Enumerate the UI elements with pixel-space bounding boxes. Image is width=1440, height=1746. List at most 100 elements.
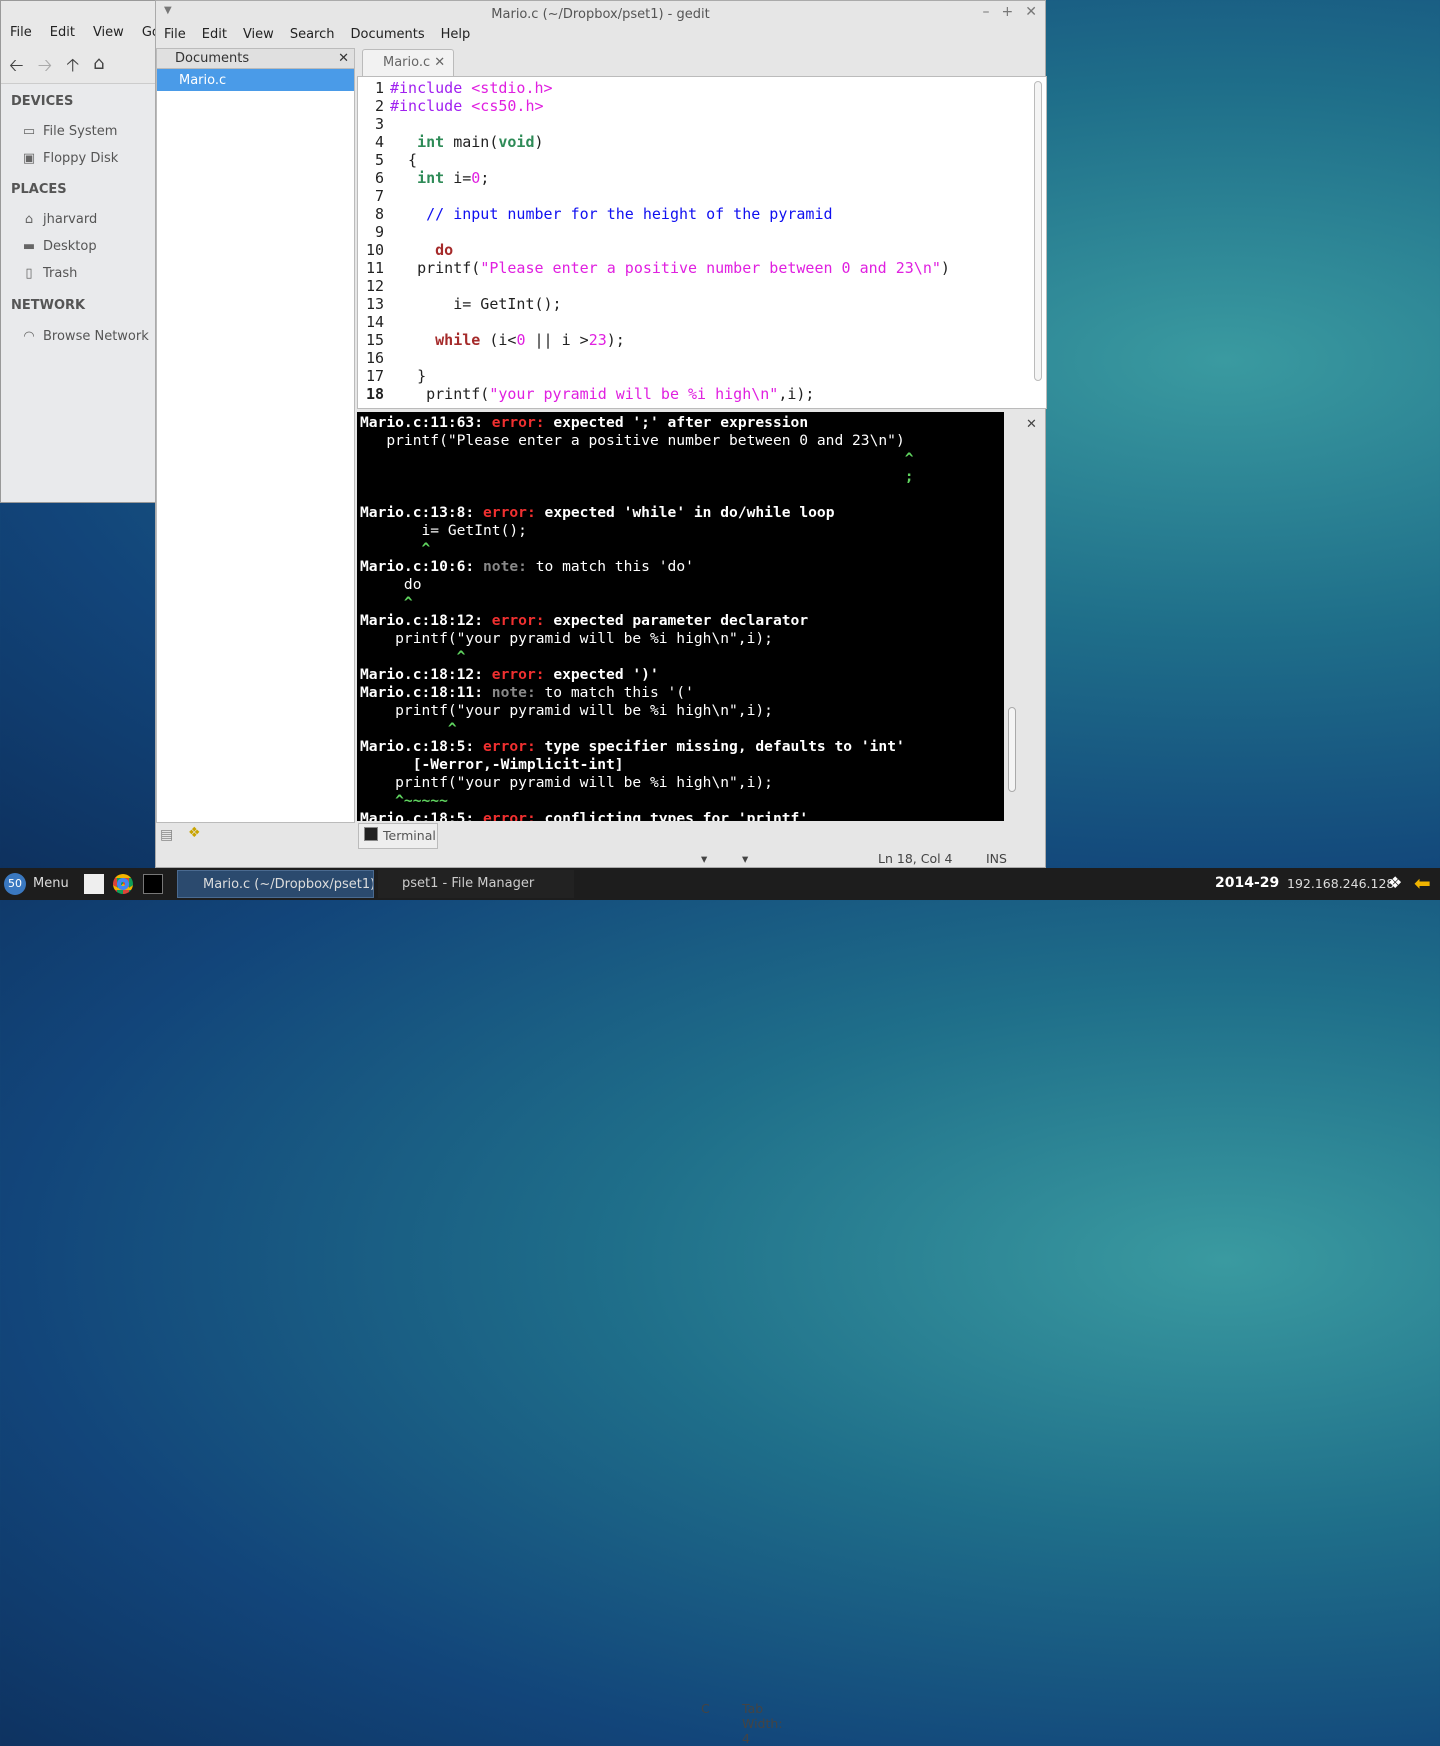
close-panel-icon[interactable]: ✕ <box>338 51 349 66</box>
code-line: 2 #include <cs50.h> <box>358 97 544 115</box>
terminal-token: i= GetInt(); <box>360 522 527 539</box>
menu-edit[interactable]: Edit <box>194 27 235 42</box>
fm-sidebar: DEVICES ▭ File System ▣ Floppy Disk PLACES ⌂ jh… <box>1 83 159 502</box>
terminal-token: ^ <box>360 648 466 665</box>
tab-width-selector[interactable]: Tab Width: 4 ▾ <box>742 851 783 1746</box>
menu-documents[interactable]: Documents <box>342 27 432 42</box>
line-number: 8 <box>374 205 384 223</box>
code-token: 23 <box>588 331 607 349</box>
home-icon[interactable]: ⌂ <box>93 53 104 83</box>
terminal-token: expected 'while' in do/while loop <box>544 504 835 521</box>
close-bottom-panel-icon[interactable]: ✕ <box>1026 417 1037 432</box>
code-token: // input number for the height of the py… <box>390 205 833 223</box>
code-token: { <box>390 151 418 169</box>
chrome-launcher-icon[interactable] <box>113 874 133 894</box>
line-number: 11 <box>365 259 384 277</box>
sidebar-item-trash[interactable]: ▯ Trash <box>21 266 77 281</box>
line-number: 17 <box>365 367 384 385</box>
taskbar-window-file-manager[interactable]: pset1 - File Manager <box>378 870 574 898</box>
line-number: 16 <box>365 349 384 367</box>
fm-menu-file[interactable]: File <box>1 25 41 45</box>
code-token: ,i); <box>778 385 815 403</box>
window-menu-icon[interactable]: ▼ <box>164 5 172 16</box>
tab-label: Mario.c <box>383 55 431 70</box>
menu-search[interactable]: Search <box>282 27 343 42</box>
taskbar-window-gedit[interactable]: Mario.c (~/Dropbox/pset1)... <box>177 870 374 898</box>
maximize-icon[interactable]: + <box>1002 4 1014 20</box>
terminal-token: Mario.c:13:8: <box>360 504 484 521</box>
line-number: 13 <box>365 295 384 313</box>
code-line: 7 <box>358 187 390 205</box>
sidebar-item-label: File System <box>43 124 118 139</box>
menu-file[interactable]: File <box>156 27 194 42</box>
line-number: 10 <box>365 241 384 259</box>
terminal-token: Mario.c:18:12: <box>360 612 492 629</box>
language-selector[interactable]: C ▾ <box>701 851 710 1716</box>
code-line: 9 <box>358 223 390 241</box>
fm-menu-edit[interactable]: Edit <box>41 25 84 45</box>
sidebar-item-floppy-disk[interactable]: ▣ Floppy Disk <box>21 151 118 166</box>
terminal-line: Mario.c:18:12: error: expected parameter… <box>360 612 808 630</box>
sidebar-item-desktop[interactable]: ▬ Desktop <box>21 239 97 254</box>
line-number: 4 <box>374 133 384 151</box>
tab-mario-c[interactable]: Mario.c ✕ <box>362 49 454 76</box>
dropbox-icon[interactable]: ❖ <box>1388 873 1402 892</box>
fm-menu-view[interactable]: View <box>84 25 133 45</box>
up-icon[interactable]: 🡡 <box>66 53 79 83</box>
terminal-line: [-Werror,-Wimplicit-int] <box>360 756 624 774</box>
gedit-menubar: File Edit View Search Documents Help <box>156 27 478 42</box>
code-token: #include <box>390 79 472 97</box>
terminal-token: conflicting types for 'printf' <box>544 810 809 821</box>
terminal-token: note: <box>483 558 536 575</box>
code-line: 18 printf("your pyramid will be %i high\… <box>358 385 815 403</box>
menu-help[interactable]: Help <box>433 27 479 42</box>
editor-scrollbar[interactable] <box>1034 81 1042 381</box>
text-editor-launcher-icon[interactable] <box>84 874 104 894</box>
line-number: 3 <box>374 115 384 133</box>
file-browser-side-tab-icon[interactable]: ❖ <box>188 825 201 841</box>
terminal-token: ^~~~~~ <box>360 792 448 809</box>
tab-close-icon[interactable]: ✕ <box>434 55 445 70</box>
code-token: main( <box>444 133 499 151</box>
drive-icon: ▭ <box>22 124 36 139</box>
terminal-launcher-icon[interactable] <box>143 874 163 894</box>
terminal-token: error: <box>483 810 545 821</box>
tab-terminal[interactable]: Terminal <box>358 823 438 849</box>
terminal-line: do <box>360 576 422 594</box>
update-arrow-icon[interactable]: ⬅ <box>1414 871 1431 895</box>
document-item[interactable]: Mario.c <box>157 69 354 91</box>
code-token: 0 <box>471 169 481 187</box>
terminal-scrollbar[interactable] <box>1006 412 1026 821</box>
menu-view[interactable]: View <box>235 27 282 42</box>
sidebar-item-label: Trash <box>43 266 78 281</box>
sidebar-item-file-system[interactable]: ▭ File System <box>21 124 118 139</box>
line-number: 1 <box>374 79 384 97</box>
terminal-token: expected ';' after expression <box>553 414 809 431</box>
line-number: 12 <box>365 277 384 295</box>
code-token: %i <box>688 385 707 403</box>
sidebar-item-jharvard[interactable]: ⌂ jharvard <box>21 212 97 227</box>
code-editor[interactable]: 1 #include <stdio.h> 2 #include <cs50.h> 3 4 … <box>357 76 1047 409</box>
close-icon[interactable]: ✕ <box>1025 4 1037 20</box>
code-token: and <box>850 259 896 277</box>
code-line: 16 <box>358 349 390 367</box>
line-number: 6 <box>374 169 384 187</box>
terminal-token: to match this 'do' <box>535 558 694 575</box>
documents-side-tab-icon[interactable]: ▤ <box>160 827 173 843</box>
terminal-line: Mario.c:10:6: note: to match this 'do' <box>360 558 694 576</box>
terminal-output[interactable]: Mario.c:11:63: error: expected ';' after… <box>357 412 1004 821</box>
terminal-line: Mario.c:18:5: error: conflicting types f… <box>360 810 808 821</box>
back-icon[interactable]: 🡠 <box>9 53 24 83</box>
menu-button[interactable]: Menu <box>33 876 69 891</box>
ip-address: 192.168.246.128 <box>1287 876 1395 891</box>
minimize-icon[interactable]: – <box>983 4 990 20</box>
code-token: "your pyramid will be <box>489 385 689 403</box>
code-token: "Please enter a positive number between <box>480 259 842 277</box>
clock[interactable]: 2014-29 <box>1215 875 1279 891</box>
sidebar-item-browse-network[interactable]: ◠ Browse Network <box>21 329 148 344</box>
forward-icon[interactable]: 🡢 <box>38 53 53 83</box>
code-token: } <box>390 367 427 385</box>
terminal-token: error: <box>491 666 554 683</box>
